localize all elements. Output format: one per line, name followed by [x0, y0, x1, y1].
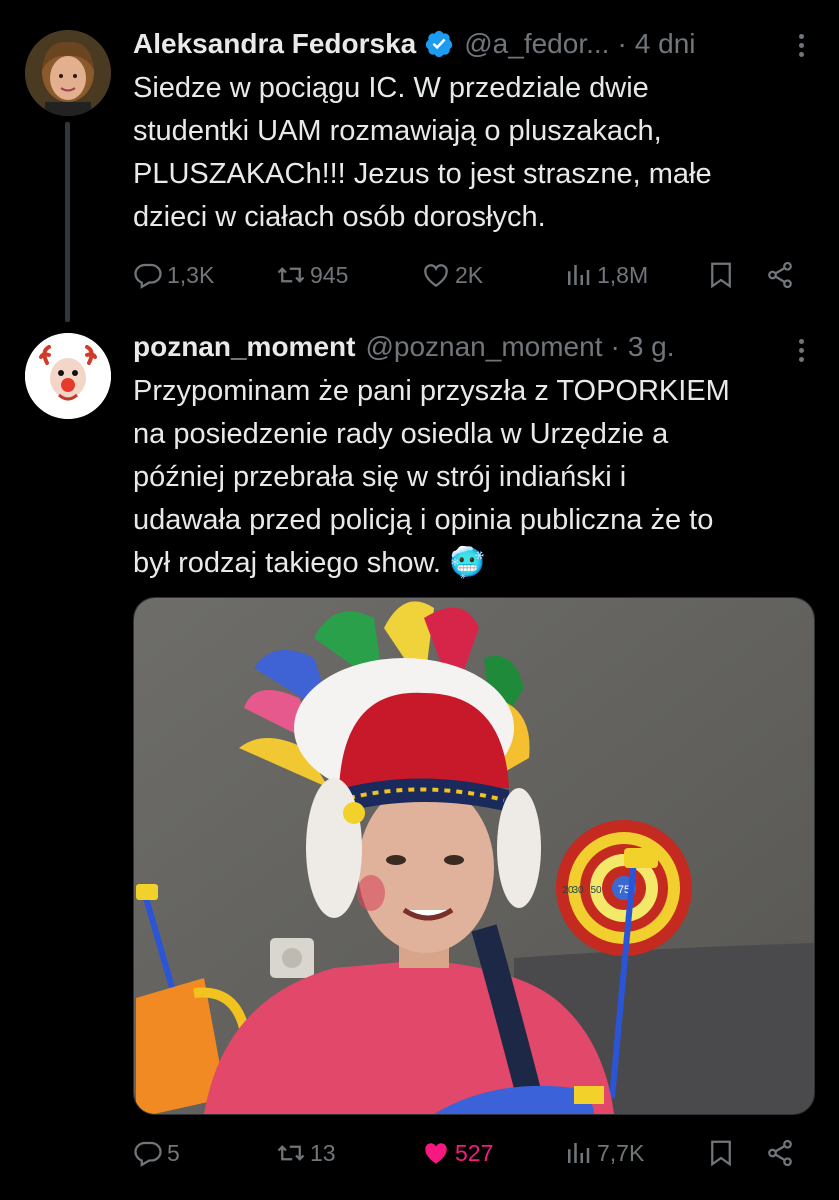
more-icon[interactable]	[791, 30, 811, 60]
avatar-poznan-moment[interactable]	[25, 333, 111, 419]
like-icon	[424, 264, 448, 287]
views-button[interactable]: 1,8M	[563, 255, 648, 295]
retweet-icon	[277, 1145, 305, 1161]
bookmark-icon	[711, 262, 731, 289]
bookmark-button[interactable]	[706, 1133, 736, 1173]
like-icon	[425, 1143, 447, 1164]
reply-button[interactable]: 1,3K	[133, 255, 214, 295]
views-icon	[568, 1143, 590, 1163]
tweet1-actions: 1,3K 945 2K 1,8M	[133, 255, 803, 295]
like-button[interactable]: 2K	[421, 255, 483, 295]
more-icon[interactable]	[791, 335, 811, 365]
tweet1-separator: ·	[617, 28, 627, 59]
tweet2-author-name[interactable]: poznan_moment	[133, 331, 355, 363]
target-label: 30	[572, 885, 584, 896]
share-button[interactable]	[765, 1133, 795, 1173]
tweet2-actions: 5 13 527 7,7K	[133, 1133, 803, 1173]
reply-count: 5	[167, 1139, 180, 1166]
like-count: 2K	[455, 261, 484, 288]
verified-badge-icon[interactable]	[424, 29, 454, 59]
views-icon	[568, 265, 590, 285]
tweet1-time[interactable]: 4 dni	[635, 28, 696, 60]
avatar-aleksandra[interactable]	[25, 30, 111, 116]
tweet1-handle[interactable]: @a_fedor...	[464, 28, 609, 60]
views-count: 7,7K	[597, 1139, 645, 1166]
target-label: 50	[590, 885, 602, 896]
share-icon	[768, 261, 792, 289]
bookmark-button[interactable]	[706, 255, 736, 295]
retweet-icon	[277, 267, 305, 283]
reply-button[interactable]: 5	[133, 1133, 180, 1173]
views-button[interactable]: 7,7K	[563, 1133, 644, 1173]
share-icon	[768, 1139, 792, 1167]
tweet1-author-name[interactable]: Aleksandra Fedorska	[133, 28, 416, 60]
like-button[interactable]: 527	[421, 1133, 493, 1173]
bookmark-icon	[711, 1140, 731, 1167]
tweet2-separator: ·	[610, 331, 620, 362]
reply-icon	[134, 263, 162, 289]
tweet2-time[interactable]: 3 g.	[628, 331, 675, 363]
tweet1-text: Siedze w pociągu IC. W przedziale dwie s…	[133, 72, 712, 233]
views-count: 1,8M	[597, 261, 649, 288]
reply-icon	[134, 1141, 162, 1167]
tweet2-photo[interactable]: 75 50 30 20	[133, 597, 815, 1115]
tweet1-header: Aleksandra Fedorska @a_fedor... · 4 dni	[133, 24, 773, 64]
tweet2-header: poznan_moment @poznan_moment · 3 g.	[133, 327, 773, 367]
like-count: 527	[455, 1139, 494, 1166]
retweet-count: 13	[310, 1139, 336, 1166]
retweet-count: 945	[310, 261, 349, 288]
share-button[interactable]	[765, 255, 795, 295]
retweet-button[interactable]: 13	[276, 1133, 336, 1173]
tweet2-handle[interactable]: @poznan_moment	[365, 331, 602, 363]
tweet2-text: Przypominam że pani przyszła z TOPORKIEM…	[133, 375, 730, 579]
target-label: 20	[562, 885, 574, 896]
thread-line	[65, 122, 70, 322]
reply-count: 1,3K	[167, 261, 215, 288]
retweet-button[interactable]: 945	[276, 255, 348, 295]
